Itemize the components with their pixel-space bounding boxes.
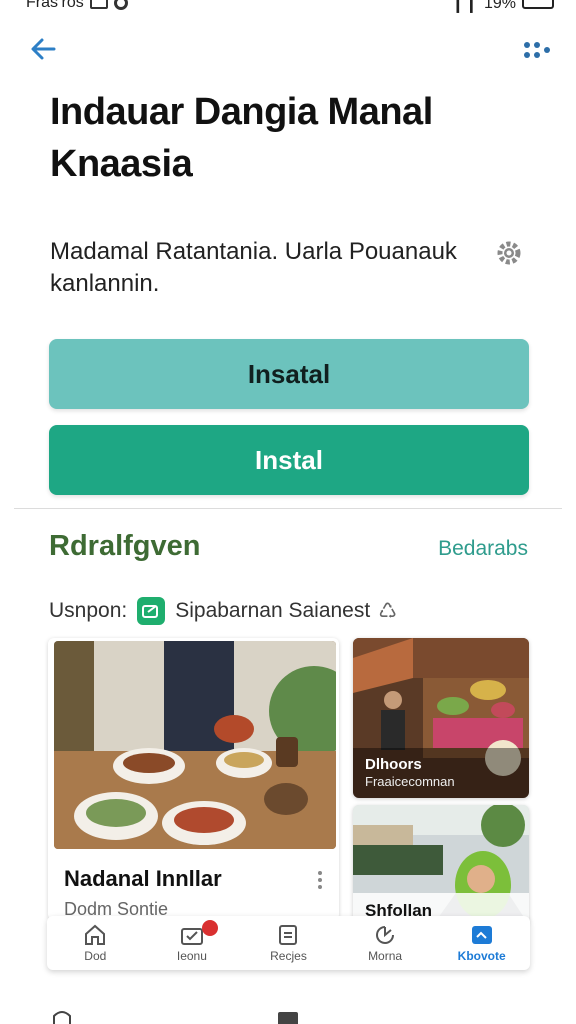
more-dots-icon xyxy=(524,42,550,58)
peek-icon-center xyxy=(276,1010,300,1024)
section-title: Rdralfgven xyxy=(49,530,201,562)
bottom-navigation: Dod Ieonu Recjes Morna Kbovote xyxy=(47,916,530,970)
app-title: Indauar Dangia Manal Knaasia xyxy=(50,91,433,185)
more-options-button[interactable] xyxy=(522,38,550,62)
document-icon xyxy=(279,924,298,945)
source-row: Usnpon: Sipabarnan Saianest ♺ xyxy=(49,596,397,626)
nav-label: Morna xyxy=(368,948,403,963)
section-see-all-link[interactable]: Bedarabs xyxy=(438,537,528,561)
nav-label: Kbovote xyxy=(457,948,506,963)
signal-icon: ❙❙ xyxy=(451,0,478,13)
card-label: Dlhoors xyxy=(365,756,422,773)
notification-badge xyxy=(201,920,218,936)
vertical-dots-icon xyxy=(318,871,322,889)
install-button[interactable]: Instal xyxy=(49,425,529,495)
secondary-install-button[interactable]: Insatal xyxy=(49,339,529,409)
peek-icon-left xyxy=(50,1010,74,1024)
home-icon xyxy=(85,924,106,945)
status-bar: Fras’ros ❙❙ 19% xyxy=(0,0,576,14)
nav-item-active[interactable]: Kbovote xyxy=(433,916,530,970)
sync-icon xyxy=(113,0,128,10)
nav-item-recipes[interactable]: Recjes xyxy=(240,916,337,970)
status-left: Fras’ros xyxy=(26,0,128,12)
card-sublabel: Fraaicecomnan xyxy=(365,774,455,789)
status-carrier-text: Fras’ros xyxy=(26,0,84,11)
source-app-icon xyxy=(137,597,166,625)
food-image xyxy=(54,641,336,849)
source-label: Usnpon: xyxy=(49,599,128,622)
recycle-icon: ♺ xyxy=(378,599,398,623)
battery-icon xyxy=(522,0,554,9)
app-icon xyxy=(471,925,492,944)
settings-button[interactable] xyxy=(496,240,522,266)
refresh-icon xyxy=(376,925,395,944)
content-card-main[interactable]: Nadanal Innllar Dodm Sontie xyxy=(48,638,339,920)
top-app-bar xyxy=(0,28,576,68)
nav-label: Dod xyxy=(84,948,107,963)
battery-percent: 19% xyxy=(483,0,516,12)
back-button[interactable] xyxy=(26,34,60,64)
card-overflow-button[interactable] xyxy=(315,870,325,890)
gear-icon xyxy=(497,241,521,265)
notification-icon xyxy=(89,0,108,9)
nav-label: Ieonu xyxy=(176,948,207,963)
folder-check-icon xyxy=(180,927,203,945)
nav-item-more[interactable]: Morna xyxy=(337,916,434,970)
nav-item-library[interactable]: Ieonu xyxy=(144,916,241,970)
source-name[interactable]: Sipabarnan Saianest xyxy=(175,599,370,623)
nav-label: Recjes xyxy=(270,948,307,963)
content-card-market[interactable]: Dlhoors Fraaicecomnan xyxy=(353,638,529,798)
arrow-left-icon xyxy=(31,38,56,60)
divider xyxy=(14,508,562,509)
status-right: ❙❙ 19% xyxy=(451,0,554,14)
app-description: Madamal Ratantania. Uarla Pouanauk kanla… xyxy=(50,238,457,297)
card-title: Nadanal Innllar xyxy=(64,866,222,891)
nav-item-home[interactable]: Dod xyxy=(47,916,144,970)
content-card-street[interactable]: Shfollan xyxy=(353,805,529,925)
